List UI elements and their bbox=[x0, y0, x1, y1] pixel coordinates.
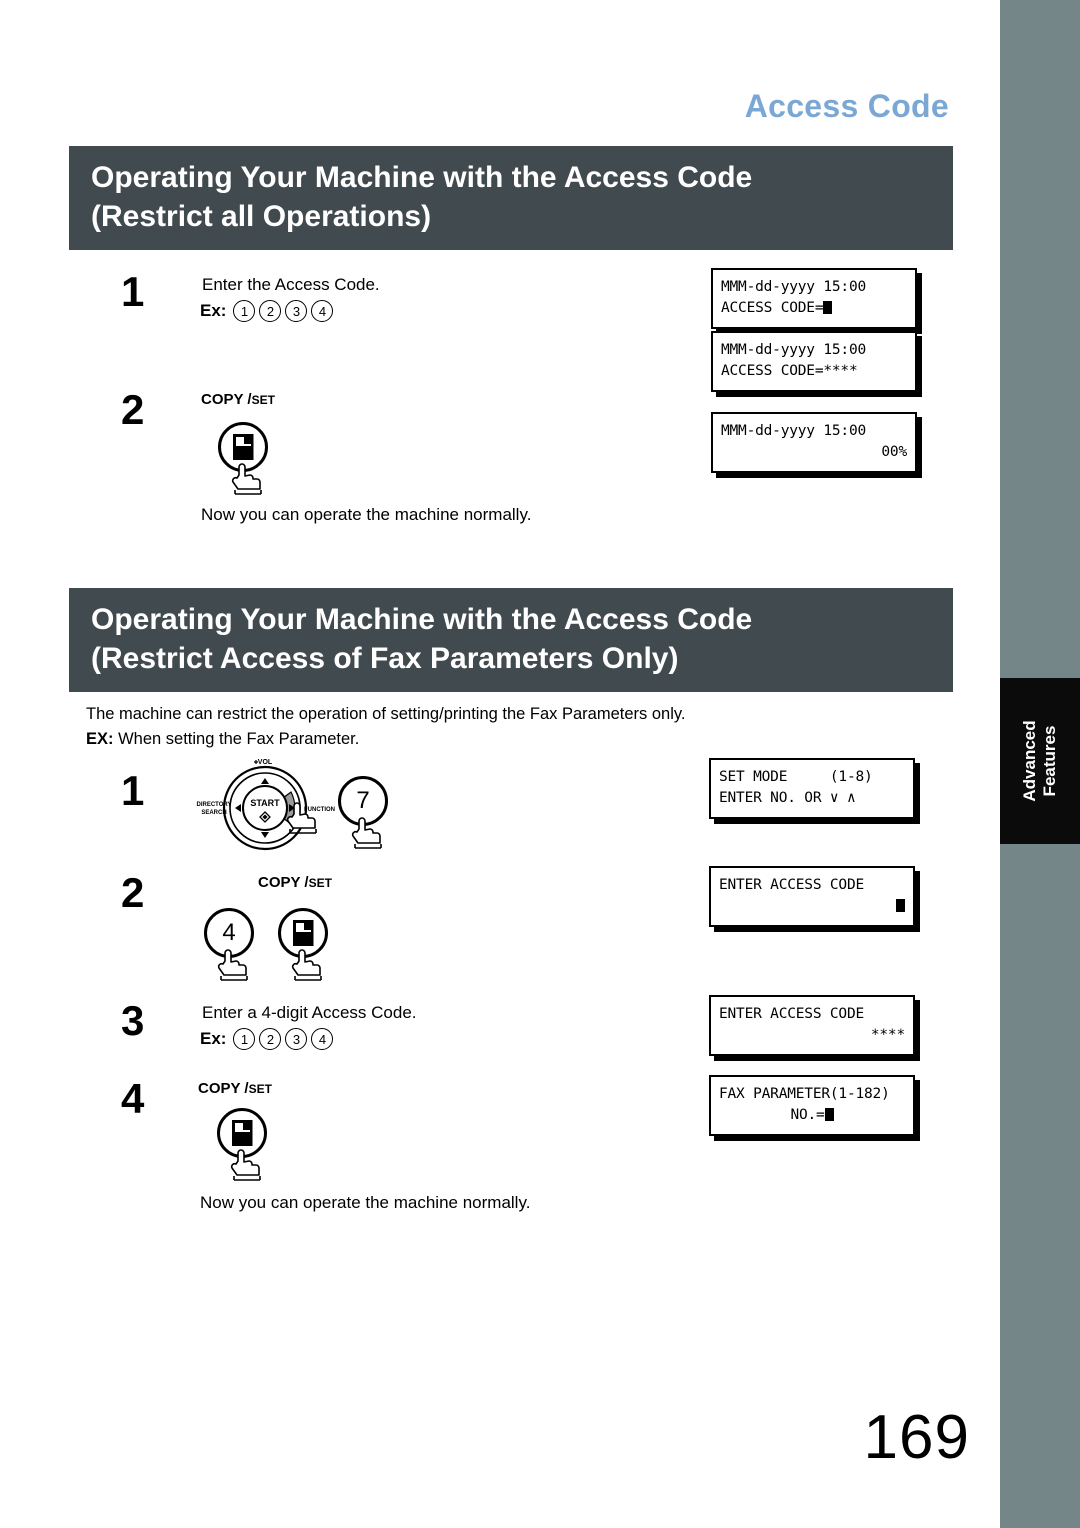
page-number: 169 bbox=[863, 1403, 970, 1472]
running-head-title: Access Code bbox=[744, 88, 949, 124]
section-2-title-line2: (Restrict Access of Fax Parameters Only) bbox=[91, 642, 679, 675]
pointing-hand-icon-4 bbox=[217, 949, 248, 981]
pointing-hand-icon-copyset-3 bbox=[230, 1149, 261, 1181]
pointing-hand-icon-dial bbox=[286, 802, 317, 834]
lcd-display-5: ENTER ACCESS CODE bbox=[709, 866, 915, 927]
ex-label-2: Ex: bbox=[200, 1029, 227, 1048]
lcd-1-line-2: ACCESS CODE= bbox=[721, 300, 824, 316]
lcd-3-line-2: 00% bbox=[881, 444, 907, 460]
copy-set-main-label-3: COPY / bbox=[198, 1080, 249, 1097]
section-2-step-4-number: 4 bbox=[121, 1075, 145, 1122]
section-1-step-2-number: 2 bbox=[121, 386, 145, 433]
dial-left-label-line1: DIRECTORY bbox=[196, 802, 231, 808]
lcd-2-line-1: MMM-dd-yyyy 15:00 bbox=[721, 342, 867, 358]
dial-top-label: VOL bbox=[258, 759, 273, 766]
section-2-title-line1: Operating Your Machine with the Access C… bbox=[91, 603, 753, 636]
section-2-banner: Operating Your Machine with the Access C… bbox=[69, 588, 953, 692]
ex-label: Ex: bbox=[200, 301, 227, 320]
section-2-intro: The machine can restrict the operation o… bbox=[86, 702, 686, 752]
section-1-closing-text: Now you can operate the machine normally… bbox=[201, 505, 532, 524]
copy-set-sub-label-3: SET bbox=[248, 1082, 272, 1096]
lcd-display-6: ENTER ACCESS CODE **** bbox=[709, 995, 915, 1056]
section-1-step-1-example: Ex: 1 2 3 4 bbox=[200, 300, 334, 322]
lcd-2-line-2: ACCESS CODE=**** bbox=[721, 363, 858, 379]
keypad-digit-2-b[interactable]: 2 bbox=[259, 1028, 282, 1050]
lcd-3-line-1: MMM-dd-yyyy 15:00 bbox=[721, 423, 867, 439]
copy-set-page-icon-3 bbox=[231, 1120, 253, 1146]
keypad-button-7-label: 7 bbox=[356, 787, 370, 814]
keypad-button-4-label: 4 bbox=[222, 919, 236, 946]
copy-set-main-label: COPY / bbox=[201, 391, 252, 408]
keypad-digit-1[interactable]: 1 bbox=[233, 300, 256, 322]
keypad-digit-2[interactable]: 2 bbox=[259, 300, 282, 322]
lcd-display-4: SET MODE (1-8) ENTER NO. OR ∨ ∧ bbox=[709, 758, 915, 819]
lcd-display-7: FAX PARAMETER(1-182) NO.= bbox=[709, 1075, 915, 1136]
keypad-digit-1-b[interactable]: 1 bbox=[233, 1028, 256, 1050]
section-2-intro-ex-label: EX: bbox=[86, 730, 114, 748]
section-tab-advanced-features: Advanced Features bbox=[1000, 678, 1080, 844]
section-1-step-1-number: 1 bbox=[121, 268, 145, 315]
section-2-closing-text: Now you can operate the machine normally… bbox=[200, 1193, 531, 1212]
section-2-intro-line1: The machine can restrict the operation o… bbox=[86, 705, 686, 723]
tab-label-line1: Advanced bbox=[1020, 720, 1039, 802]
lcd-1-line-1: MMM-dd-yyyy 15:00 bbox=[721, 279, 867, 295]
pointing-hand-icon bbox=[231, 463, 262, 495]
copy-set-sub-label-2: SET bbox=[308, 876, 332, 890]
lcd-6-line-2: **** bbox=[870, 1027, 905, 1043]
lcd-display-3: MMM-dd-yyyy 15:00 00% bbox=[711, 412, 917, 473]
dial-left-label-line2: SEARCH bbox=[201, 810, 226, 816]
lcd-display-1: MMM-dd-yyyy 15:00 ACCESS CODE= bbox=[711, 268, 917, 329]
keypad-digit-4[interactable]: 4 bbox=[311, 300, 334, 322]
lcd-4-line-1: SET MODE (1-8) bbox=[719, 769, 873, 785]
section-1-copy-set-label: COPY /SET bbox=[201, 391, 275, 408]
section-2-copy-set-label: COPY /SET bbox=[258, 874, 332, 891]
keypad-digit-4-b[interactable]: 4 bbox=[311, 1028, 334, 1050]
pointing-hand-icon-7 bbox=[351, 817, 382, 849]
section-2-intro-line2: When setting the Fax Parameter. bbox=[118, 730, 360, 748]
lcd-6-line-1: ENTER ACCESS CODE bbox=[719, 1006, 865, 1022]
section-2-step-3-number: 3 bbox=[121, 997, 145, 1044]
pointing-hand-icon-copyset-2 bbox=[291, 949, 322, 981]
section-2-step-2-number: 2 bbox=[121, 869, 145, 916]
section-1-banner: Operating Your Machine with the Access C… bbox=[69, 146, 953, 250]
section-2-step-3-example: Ex: 1 2 3 4 bbox=[200, 1028, 334, 1050]
manual-page: Advanced Features Access Code Operating … bbox=[0, 0, 1080, 1528]
section-1-step-1-instruction: Enter the Access Code. bbox=[202, 275, 380, 294]
lcd-cursor-block bbox=[823, 301, 833, 314]
copy-set-main-label-2: COPY / bbox=[258, 874, 309, 891]
section-2-step-1-number: 1 bbox=[121, 767, 145, 814]
copy-set-sub-label: SET bbox=[251, 393, 275, 407]
lcd-4-line-2: ENTER NO. OR ∨ ∧ bbox=[719, 790, 856, 806]
section-1-title-line2: (Restrict all Operations) bbox=[91, 200, 432, 233]
keypad-digit-3-b[interactable]: 3 bbox=[285, 1028, 308, 1050]
lcd-7-line-2: NO.= bbox=[790, 1107, 825, 1123]
keypad-digit-3[interactable]: 3 bbox=[285, 300, 308, 322]
copy-set-page-icon bbox=[232, 434, 254, 460]
lcd-cursor-block-3 bbox=[824, 1108, 834, 1121]
section-1-title-line1: Operating Your Machine with the Access C… bbox=[91, 161, 753, 194]
lcd-cursor-block-2 bbox=[896, 899, 905, 912]
section-2-step-3-instruction: Enter a 4-digit Access Code. bbox=[202, 1003, 417, 1022]
section-2-copy-set-label-2: COPY /SET bbox=[198, 1080, 272, 1097]
lcd-display-2: MMM-dd-yyyy 15:00 ACCESS CODE=**** bbox=[711, 331, 917, 392]
lcd-7-line-1: FAX PARAMETER(1-182) bbox=[719, 1086, 890, 1102]
tab-label-line2: Features bbox=[1040, 725, 1059, 797]
copy-set-page-icon-2 bbox=[292, 920, 314, 946]
dial-center-label: START bbox=[250, 798, 280, 808]
lcd-5-line-1: ENTER ACCESS CODE bbox=[719, 877, 865, 893]
